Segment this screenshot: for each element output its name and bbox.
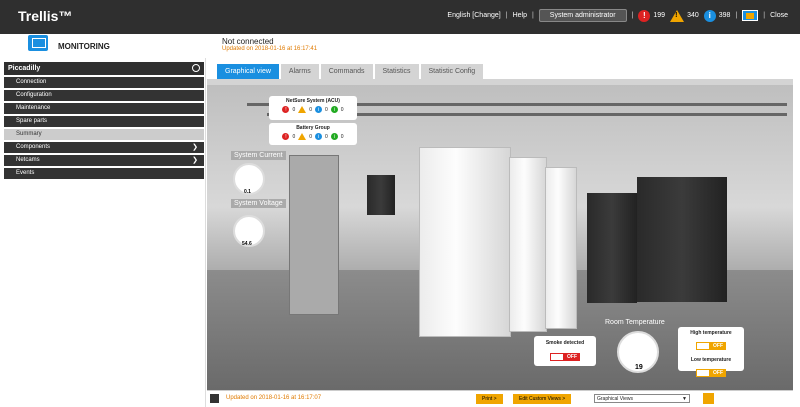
temperature-panel: High temperature OFF Low temperature OFF <box>678 327 744 377</box>
sidebar-item-netcams[interactable]: Netcams ❯ <box>4 155 204 166</box>
sidebar-item-summary[interactable]: Summary <box>4 129 204 140</box>
dark-cabinet[interactable] <box>587 193 637 303</box>
divider: | <box>505 12 508 19</box>
power-rack[interactable] <box>289 155 339 315</box>
ups-cabinet[interactable] <box>419 147 511 337</box>
print-button[interactable]: Print > <box>476 394 503 404</box>
info-alarms[interactable]: i 398 <box>703 9 731 22</box>
sidebar-item-configuration[interactable]: Configuration <box>4 90 204 101</box>
smoke-label: Smoke detected <box>545 340 585 346</box>
language-link[interactable]: English [Change] <box>447 12 500 19</box>
ups-cabinet[interactable] <box>545 167 577 329</box>
info-count: 398 <box>718 12 731 19</box>
connection-status: Not connected <box>222 37 274 46</box>
chevron-right-icon: ❯ <box>192 144 198 151</box>
dark-cabinet[interactable] <box>637 177 727 302</box>
tab-statistics[interactable]: Statistics <box>374 64 419 79</box>
close-link[interactable]: Close <box>770 12 788 19</box>
sidebar-item-maintenance[interactable]: Maintenance <box>4 103 204 114</box>
refresh-icon[interactable] <box>210 394 219 403</box>
divider: | <box>763 12 766 19</box>
ok-icon: i <box>330 133 338 140</box>
critical-count: 199 <box>653 12 666 19</box>
sidebar-item-events[interactable]: Events <box>4 168 204 179</box>
chevron-down-icon: ▼ <box>682 396 687 402</box>
tab-bar: Graphical view Alarms Commands Statistic… <box>217 64 484 79</box>
low-temp-label: Low temperature <box>690 357 732 363</box>
tab-commands[interactable]: Commands <box>320 64 373 79</box>
info-icon: i <box>315 133 322 140</box>
high-temp-label: High temperature <box>690 330 732 336</box>
low-temp-toggle[interactable]: OFF <box>696 369 726 377</box>
room-temp-label: Room Temperature <box>605 319 665 326</box>
user-button[interactable]: System administrator <box>538 9 627 22</box>
warning-icon <box>298 133 307 140</box>
edit-custom-views-button[interactable]: Edit Custom Views > <box>513 394 572 404</box>
netsure-widget[interactable]: NetSure System (ACU) ! 0 0 i0 i0 <box>269 96 357 120</box>
help-link[interactable]: Help <box>513 12 527 19</box>
ok-icon: i <box>330 106 338 113</box>
warning-icon: ! <box>670 9 685 22</box>
divider: | <box>531 12 534 19</box>
view-select[interactable]: Graphical Views ▼ <box>594 394 690 403</box>
module-title: MONITORING <box>58 42 110 51</box>
voltage-value: 54.6 <box>242 241 252 247</box>
graphical-view: NetSure System (ACU) ! 0 0 i0 i0 Battery … <box>207 85 793 390</box>
warning-icon <box>298 106 307 113</box>
high-temp-toggle[interactable]: OFF <box>696 342 726 350</box>
smoke-panel: Smoke detected OFF <box>534 336 596 366</box>
app-logo: Trellis™ <box>18 8 73 24</box>
critical-icon: ! <box>282 106 290 113</box>
sidebar-site[interactable]: Piccadilly <box>4 62 204 75</box>
critical-icon: ! <box>282 133 290 140</box>
current-value: 0.1 <box>244 189 251 195</box>
control-box <box>367 175 395 215</box>
tab-graphical-view[interactable]: Graphical view <box>217 64 279 79</box>
voltage-label: System Voltage <box>231 199 286 208</box>
chevron-right-icon: ❯ <box>192 157 198 164</box>
export-icon[interactable] <box>703 393 714 404</box>
sidebar-item-connection[interactable]: Connection <box>4 77 204 88</box>
message-icon[interactable] <box>742 10 759 21</box>
critical-alarms[interactable]: ! 199 <box>638 9 666 22</box>
tab-statistic-config[interactable]: Statistic Config <box>420 64 484 79</box>
room-temp-value: 19 <box>635 364 643 371</box>
warning-count: 340 <box>687 12 699 19</box>
status-updated: Updated on 2018-01-16 at 16:17:41 <box>222 46 318 52</box>
critical-icon: ! <box>638 9 651 22</box>
bottom-updated: Updated on 2018-01-16 at 16:17:07 <box>226 395 322 401</box>
bottom-bar: Updated on 2018-01-16 at 16:17:07 Print … <box>207 390 793 407</box>
tab-alarms[interactable]: Alarms <box>280 64 319 79</box>
refresh-icon[interactable] <box>192 64 200 72</box>
sidebar-item-components[interactable]: Components ❯ <box>4 142 204 153</box>
info-icon: i <box>315 106 322 113</box>
warning-alarms[interactable]: ! 340 <box>670 9 699 22</box>
sidebar-item-spare-parts[interactable]: Spare parts <box>4 116 204 127</box>
monitor-icon <box>28 35 48 51</box>
current-label: System Current <box>231 151 286 160</box>
ups-cabinet[interactable] <box>509 157 547 332</box>
divider: | <box>631 12 634 19</box>
smoke-toggle[interactable]: OFF <box>550 353 580 361</box>
top-bar: Trellis™ English [Change] | Help | Syste… <box>0 0 800 34</box>
sidebar: Piccadilly Connection Configuration Main… <box>0 58 206 407</box>
info-icon: i <box>703 9 716 22</box>
battery-widget[interactable]: Battery Group ! 0 0 i0 i0 <box>269 123 357 145</box>
divider: | <box>735 12 738 19</box>
